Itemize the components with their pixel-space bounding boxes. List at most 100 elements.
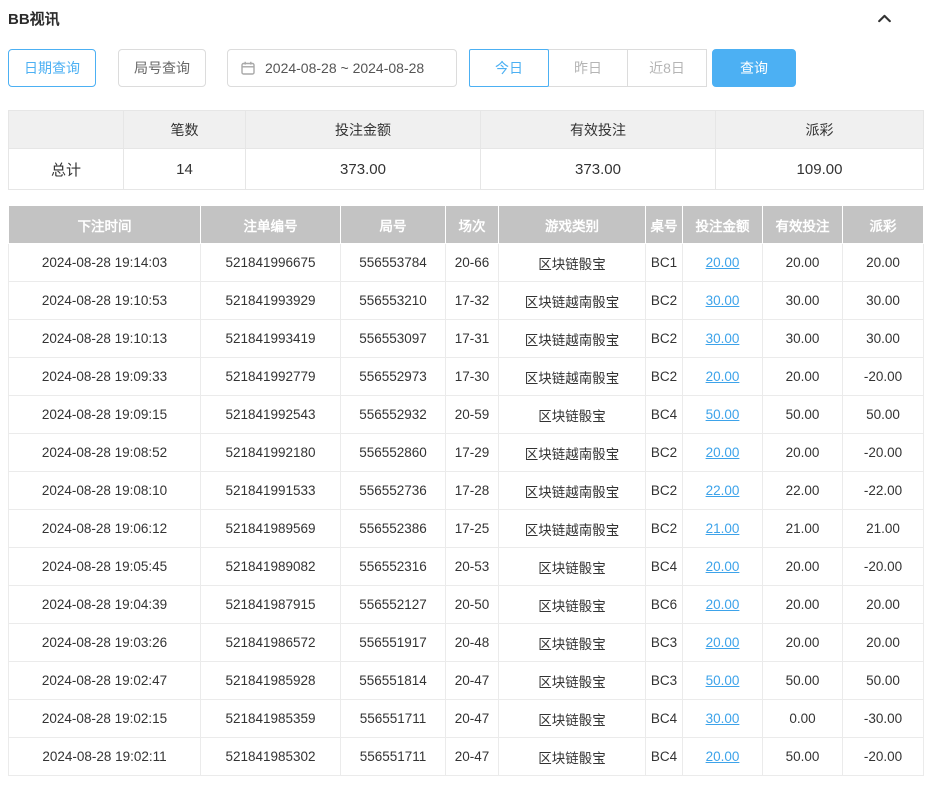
round-cell: 556551711 [341,738,446,776]
bet-time-cell: 2024-08-28 19:02:15 [9,700,201,738]
session-cell: 17-28 [446,472,499,510]
quick-filter-last8days[interactable]: 近8日 [627,49,707,87]
records-header-row: 下注时间 注单编号 局号 场次 游戏类别 桌号 投注金额 有效投注 派彩 [9,206,924,244]
session-cell: 20-47 [446,662,499,700]
game-type-cell: 区块链越南骰宝 [499,282,646,320]
valid-bet-cell: 20.00 [763,624,843,662]
session-cell: 20-53 [446,548,499,586]
bet-amount-link[interactable]: 20.00 [706,445,740,460]
panel-title: BB视讯 [8,8,60,29]
valid-bet-cell: 22.00 [763,472,843,510]
bet-amount-link[interactable]: 30.00 [706,331,740,346]
session-cell: 20-47 [446,700,499,738]
header-session: 场次 [446,206,499,244]
payout-cell: -20.00 [843,434,924,472]
game-type-cell: 区块链骰宝 [499,624,646,662]
valid-bet-cell: 0.00 [763,700,843,738]
bet-amount-cell: 50.00 [683,396,763,434]
round-cell: 556552386 [341,510,446,548]
round-cell: 556551814 [341,662,446,700]
bet-amount-cell: 20.00 [683,548,763,586]
bet-amount-link[interactable]: 20.00 [706,255,740,270]
quick-filter-today[interactable]: 今日 [469,49,549,87]
table-row: 2024-08-28 19:10:53521841993929556553210… [9,282,924,320]
valid-bet-cell: 30.00 [763,282,843,320]
bet-id-cell: 521841992180 [201,434,341,472]
summary-count-value: 14 [124,149,246,190]
bet-amount-link[interactable]: 22.00 [706,483,740,498]
round-cell: 556553097 [341,320,446,358]
table-no-cell: BC6 [646,586,683,624]
table-no-cell: BC3 [646,624,683,662]
session-cell: 17-31 [446,320,499,358]
bet-id-cell: 521841991533 [201,472,341,510]
table-row: 2024-08-28 19:02:15521841985359556551711… [9,700,924,738]
summary-header-bet-amount: 投注金额 [246,111,481,149]
session-cell: 20-48 [446,624,499,662]
collapse-button[interactable] [876,10,893,27]
round-cell: 556552736 [341,472,446,510]
header-bet-time: 下注时间 [9,206,201,244]
session-cell: 17-29 [446,434,499,472]
bb-video-panel: BB视讯 日期查询 局号查询 2024-08-28 ~ 2024-08-28 今… [0,0,931,776]
header-payout: 派彩 [843,206,924,244]
payout-cell: -30.00 [843,700,924,738]
records-table: 下注时间 注单编号 局号 场次 游戏类别 桌号 投注金额 有效投注 派彩 202… [8,205,924,776]
valid-bet-cell: 20.00 [763,358,843,396]
payout-cell: 50.00 [843,662,924,700]
header-bet-id: 注单编号 [201,206,341,244]
bet-amount-link[interactable]: 30.00 [706,711,740,726]
bet-amount-link[interactable]: 50.00 [706,673,740,688]
summary-header-blank [9,111,124,149]
bet-amount-cell: 20.00 [683,586,763,624]
bet-amount-link[interactable]: 50.00 [706,407,740,422]
game-type-cell: 区块链越南骰宝 [499,358,646,396]
search-button[interactable]: 查询 [712,49,796,87]
bet-time-cell: 2024-08-28 19:05:45 [9,548,201,586]
round-query-button[interactable]: 局号查询 [118,49,206,87]
bet-time-cell: 2024-08-28 19:10:53 [9,282,201,320]
bet-amount-cell: 30.00 [683,320,763,358]
table-no-cell: BC1 [646,244,683,282]
valid-bet-cell: 20.00 [763,586,843,624]
table-row: 2024-08-28 19:06:12521841989569556552386… [9,510,924,548]
table-no-cell: BC2 [646,434,683,472]
records-tbody: 2024-08-28 19:14:03521841996675556553784… [9,244,924,776]
summary-header-valid-bet: 有效投注 [481,111,716,149]
summary-bet-amount-value: 373.00 [246,149,481,190]
game-type-cell: 区块链骰宝 [499,396,646,434]
date-range-input[interactable]: 2024-08-28 ~ 2024-08-28 [227,49,457,87]
bet-amount-link[interactable]: 20.00 [706,559,740,574]
payout-cell: 21.00 [843,510,924,548]
table-row: 2024-08-28 19:09:33521841992779556552973… [9,358,924,396]
bet-amount-link[interactable]: 20.00 [706,597,740,612]
bet-id-cell: 521841989569 [201,510,341,548]
bet-id-cell: 521841987915 [201,586,341,624]
bet-id-cell: 521841992779 [201,358,341,396]
game-type-cell: 区块链越南骰宝 [499,434,646,472]
bet-amount-link[interactable]: 20.00 [706,749,740,764]
bet-id-cell: 521841993929 [201,282,341,320]
round-cell: 556552316 [341,548,446,586]
table-no-cell: BC4 [646,700,683,738]
bet-time-cell: 2024-08-28 19:02:47 [9,662,201,700]
quick-filter-yesterday[interactable]: 昨日 [548,49,628,87]
date-query-button[interactable]: 日期查询 [8,49,96,87]
round-cell: 556552860 [341,434,446,472]
bet-amount-link[interactable]: 20.00 [706,369,740,384]
valid-bet-cell: 21.00 [763,510,843,548]
bet-amount-link[interactable]: 21.00 [706,521,740,536]
bet-amount-link[interactable]: 30.00 [706,293,740,308]
round-cell: 556552973 [341,358,446,396]
session-cell: 20-66 [446,244,499,282]
bet-amount-cell: 22.00 [683,472,763,510]
valid-bet-cell: 50.00 [763,662,843,700]
table-row: 2024-08-28 19:04:39521841987915556552127… [9,586,924,624]
table-row: 2024-08-28 19:05:45521841989082556552316… [9,548,924,586]
bet-amount-link[interactable]: 20.00 [706,635,740,650]
table-no-cell: BC2 [646,358,683,396]
summary-payout-value: 109.00 [716,149,924,190]
game-type-cell: 区块链越南骰宝 [499,320,646,358]
session-cell: 17-32 [446,282,499,320]
table-no-cell: BC4 [646,548,683,586]
